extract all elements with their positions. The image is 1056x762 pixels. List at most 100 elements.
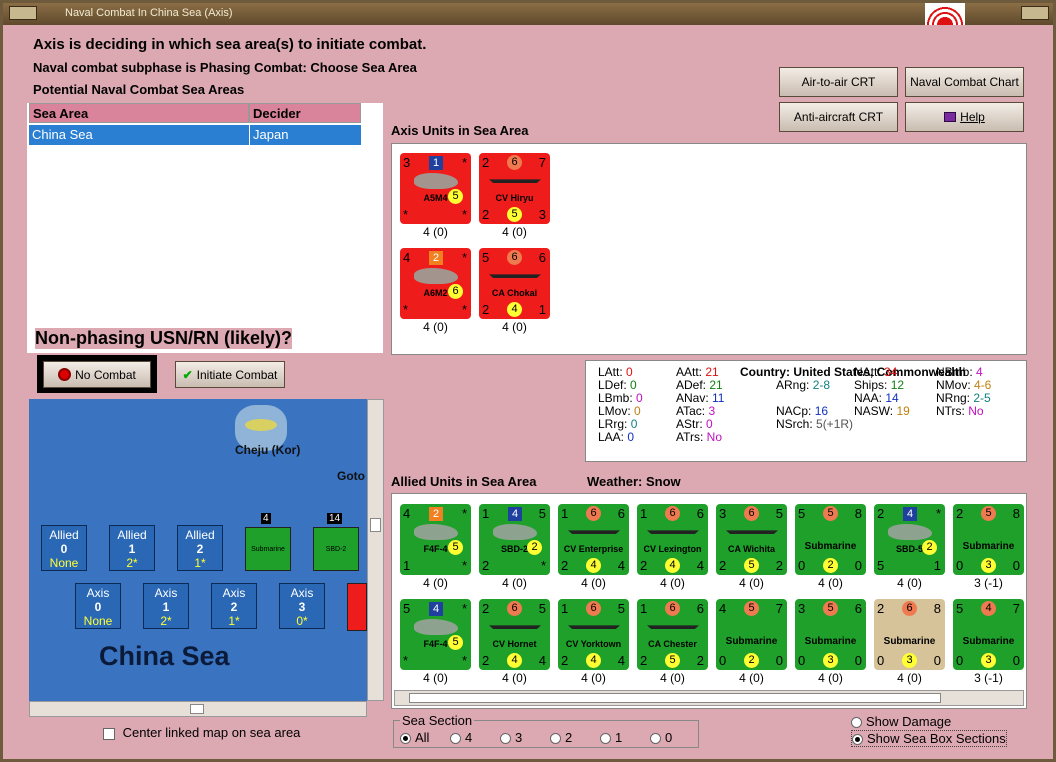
allied-sea-box[interactable]: Allied 2 1* xyxy=(177,525,223,571)
unit-counter[interactable]: 4 2 * A6M2 * 6 * xyxy=(400,248,471,319)
sea-section-option[interactable]: 2 xyxy=(550,730,600,745)
naval-combat-chart-button[interactable]: Naval Combat Chart xyxy=(905,67,1024,97)
unit-counter[interactable]: 4 2 * F4F-4 1 5 * xyxy=(400,504,471,575)
radio-section[interactable] xyxy=(550,733,561,745)
sea-section-group: Sea Section All 4 3 2 1 0 xyxy=(393,713,700,748)
sea-section-option[interactable]: 4 xyxy=(450,730,500,745)
map-vscroll-thumb[interactable] xyxy=(370,518,381,532)
box-count: None xyxy=(83,614,113,628)
allied-sea-box[interactable]: Allied 1 2* xyxy=(109,525,155,571)
sea-section-option[interactable]: All xyxy=(400,730,450,745)
map-horizontal-scrollbar[interactable] xyxy=(29,701,367,717)
map-stack-submarine[interactable]: Submarine xyxy=(245,527,291,571)
map-stack-axis[interactable] xyxy=(347,583,367,631)
table-cell-decider[interactable]: Japan xyxy=(249,125,361,145)
stat-nasw: NASW: 19 xyxy=(854,404,910,418)
unit-counter[interactable]: 1 6 6 CA Chester 2 5 2 xyxy=(637,599,708,670)
unit-bottom-center-value: 4 xyxy=(507,302,522,317)
radio-section[interactable] xyxy=(500,733,511,745)
radio-section[interactable] xyxy=(400,733,411,745)
column-header-decider[interactable]: Decider xyxy=(249,103,361,123)
stat-value: 5(+1R) xyxy=(816,417,854,431)
help-button[interactable]: Help xyxy=(905,102,1024,132)
map-stack-sbd2[interactable]: SBD-2 xyxy=(313,527,359,571)
axis-sea-box[interactable]: Axis 3 0* xyxy=(279,583,325,629)
unit-counter[interactable]: 5 4 * F4F-4 * 5 * xyxy=(400,599,471,670)
close-window-icon[interactable] xyxy=(1021,6,1049,20)
stat-value: 4 xyxy=(976,365,983,379)
sea-section-option[interactable]: 1 xyxy=(600,730,650,745)
stat-value: 3 xyxy=(708,404,716,418)
allied-scroll-thumb[interactable] xyxy=(409,693,941,703)
unit-top-center-value: 4 xyxy=(429,602,443,616)
stat-nbmb: NBmb: 4 xyxy=(936,365,983,379)
unit-top-left-value: 1 xyxy=(482,506,490,521)
unit-counter[interactable]: 5 6 6 CA Chokai 2 4 1 xyxy=(479,248,550,319)
map-vertical-scrollbar[interactable] xyxy=(367,399,384,701)
island-label: Cheju (Kor) xyxy=(235,443,301,457)
unit-counter[interactable]: 4 5 7 Submarine 0 2 0 xyxy=(716,599,787,670)
box-side: Allied xyxy=(185,528,215,542)
radio-section[interactable] xyxy=(450,733,461,745)
unit-counter[interactable]: 1 6 6 CV Lexington 2 4 4 xyxy=(637,504,708,575)
table-cell-sea-area[interactable]: China Sea xyxy=(29,125,249,145)
allied-sea-box[interactable]: Allied 0 None xyxy=(41,525,87,571)
sea-section-option[interactable]: 3 xyxy=(500,730,550,745)
unit-counter[interactable]: 5 5 8 Submarine 0 2 0 xyxy=(795,504,866,575)
show-boxes-label: Show Sea Box Sections xyxy=(867,731,1006,746)
stat-lbmb: LBmb: 0 xyxy=(598,391,643,405)
stat-nmov: NMov: 4-6 xyxy=(936,378,991,392)
sea-area-map[interactable]: Cheju (Kor) Goto Submarine 4 SBD-2 14 Ch… xyxy=(29,399,367,701)
radio-show-damage[interactable] xyxy=(851,717,862,729)
unit-top-center-value: 6 xyxy=(507,601,522,616)
unit-top-center-value: 6 xyxy=(665,506,680,521)
unit-counter[interactable]: 2 4 * SBD-5 5 2 1 xyxy=(874,504,945,575)
anti-aircraft-crt-button[interactable]: Anti-aircraft CRT xyxy=(779,102,898,132)
stat-nacp: NACp: 16 xyxy=(776,404,828,418)
sea-section-option[interactable]: 0 xyxy=(650,730,700,745)
show-boxes-radio[interactable]: Show Sea Box Sections xyxy=(851,730,1007,747)
axis-sea-box[interactable]: Axis 0 None xyxy=(75,583,121,629)
center-map-checkbox[interactable]: Center linked map on sea area xyxy=(103,725,300,740)
unit-counter[interactable]: 1 4 5 SBD-2 2 2 * xyxy=(479,504,550,575)
air-to-air-crt-button[interactable]: Air-to-air CRT xyxy=(779,67,898,97)
unit-counter[interactable]: 3 1 * A5M4 * 5 * xyxy=(400,153,471,224)
checkbox-box[interactable] xyxy=(103,727,115,740)
map-stack-name: Submarine xyxy=(251,546,285,553)
unit-counter[interactable]: 2 5 8 Submarine 0 3 0 xyxy=(953,504,1024,575)
unit-bottom-right-value: 4 xyxy=(617,558,625,573)
unit-counter[interactable]: 1 6 6 CV Enterprise 2 4 4 xyxy=(558,504,629,575)
box-number: 1 xyxy=(128,542,136,556)
column-header-sea-area[interactable]: Sea Area xyxy=(29,103,249,123)
unit-top-right-value: 6 xyxy=(538,250,546,265)
window: Naval Combat In China Sea (Axis) Axis is… xyxy=(0,0,1056,762)
no-combat-button[interactable]: No Combat xyxy=(43,361,151,388)
radio-section[interactable] xyxy=(650,733,661,745)
axis-sea-box[interactable]: Axis 1 2* xyxy=(143,583,189,629)
stat-label: NRng: xyxy=(936,391,974,405)
unit-counter[interactable]: 1 6 5 CV Yorktown 2 4 4 xyxy=(558,599,629,670)
stat-latt: LAtt: 0 xyxy=(598,365,633,379)
section-label: 4 xyxy=(465,730,473,745)
initiate-combat-button[interactable]: ✔ Initiate Combat xyxy=(175,361,285,388)
radio-show-boxes[interactable] xyxy=(852,734,863,746)
box-side: Axis xyxy=(290,586,314,600)
stat-adef: ADef: 21 xyxy=(676,378,723,392)
allied-horizontal-scrollbar[interactable] xyxy=(394,690,1024,706)
system-menu-icon[interactable] xyxy=(9,6,37,20)
unit-bottom-center-value: 5 xyxy=(744,558,759,573)
unit-top-right-value: 6 xyxy=(696,506,704,521)
axis-sea-box[interactable]: Axis 2 1* xyxy=(211,583,257,629)
unit-counter[interactable]: 3 5 6 Submarine 0 3 0 xyxy=(795,599,866,670)
unit-counter[interactable]: 2 6 8 Submarine 0 3 0 xyxy=(874,599,945,670)
map-hscroll-thumb[interactable] xyxy=(190,704,204,714)
unit-counter[interactable]: 3 6 5 CA Wichita 2 5 2 xyxy=(716,504,787,575)
unit-bottom-left-value: 2 xyxy=(482,558,490,573)
unit-counter[interactable]: 2 6 7 CV Hiryu 2 5 3 xyxy=(479,153,550,224)
unit-counter[interactable]: 5 4 7 Submarine 0 3 0 xyxy=(953,599,1024,670)
unit-counter[interactable]: 2 6 5 CV Hornet 2 4 4 xyxy=(479,599,550,670)
unit-bottom-right-value: 0 xyxy=(854,558,862,573)
no-entry-icon xyxy=(58,368,72,381)
radio-section[interactable] xyxy=(600,733,611,745)
show-damage-radio[interactable]: Show Damage xyxy=(851,714,951,729)
